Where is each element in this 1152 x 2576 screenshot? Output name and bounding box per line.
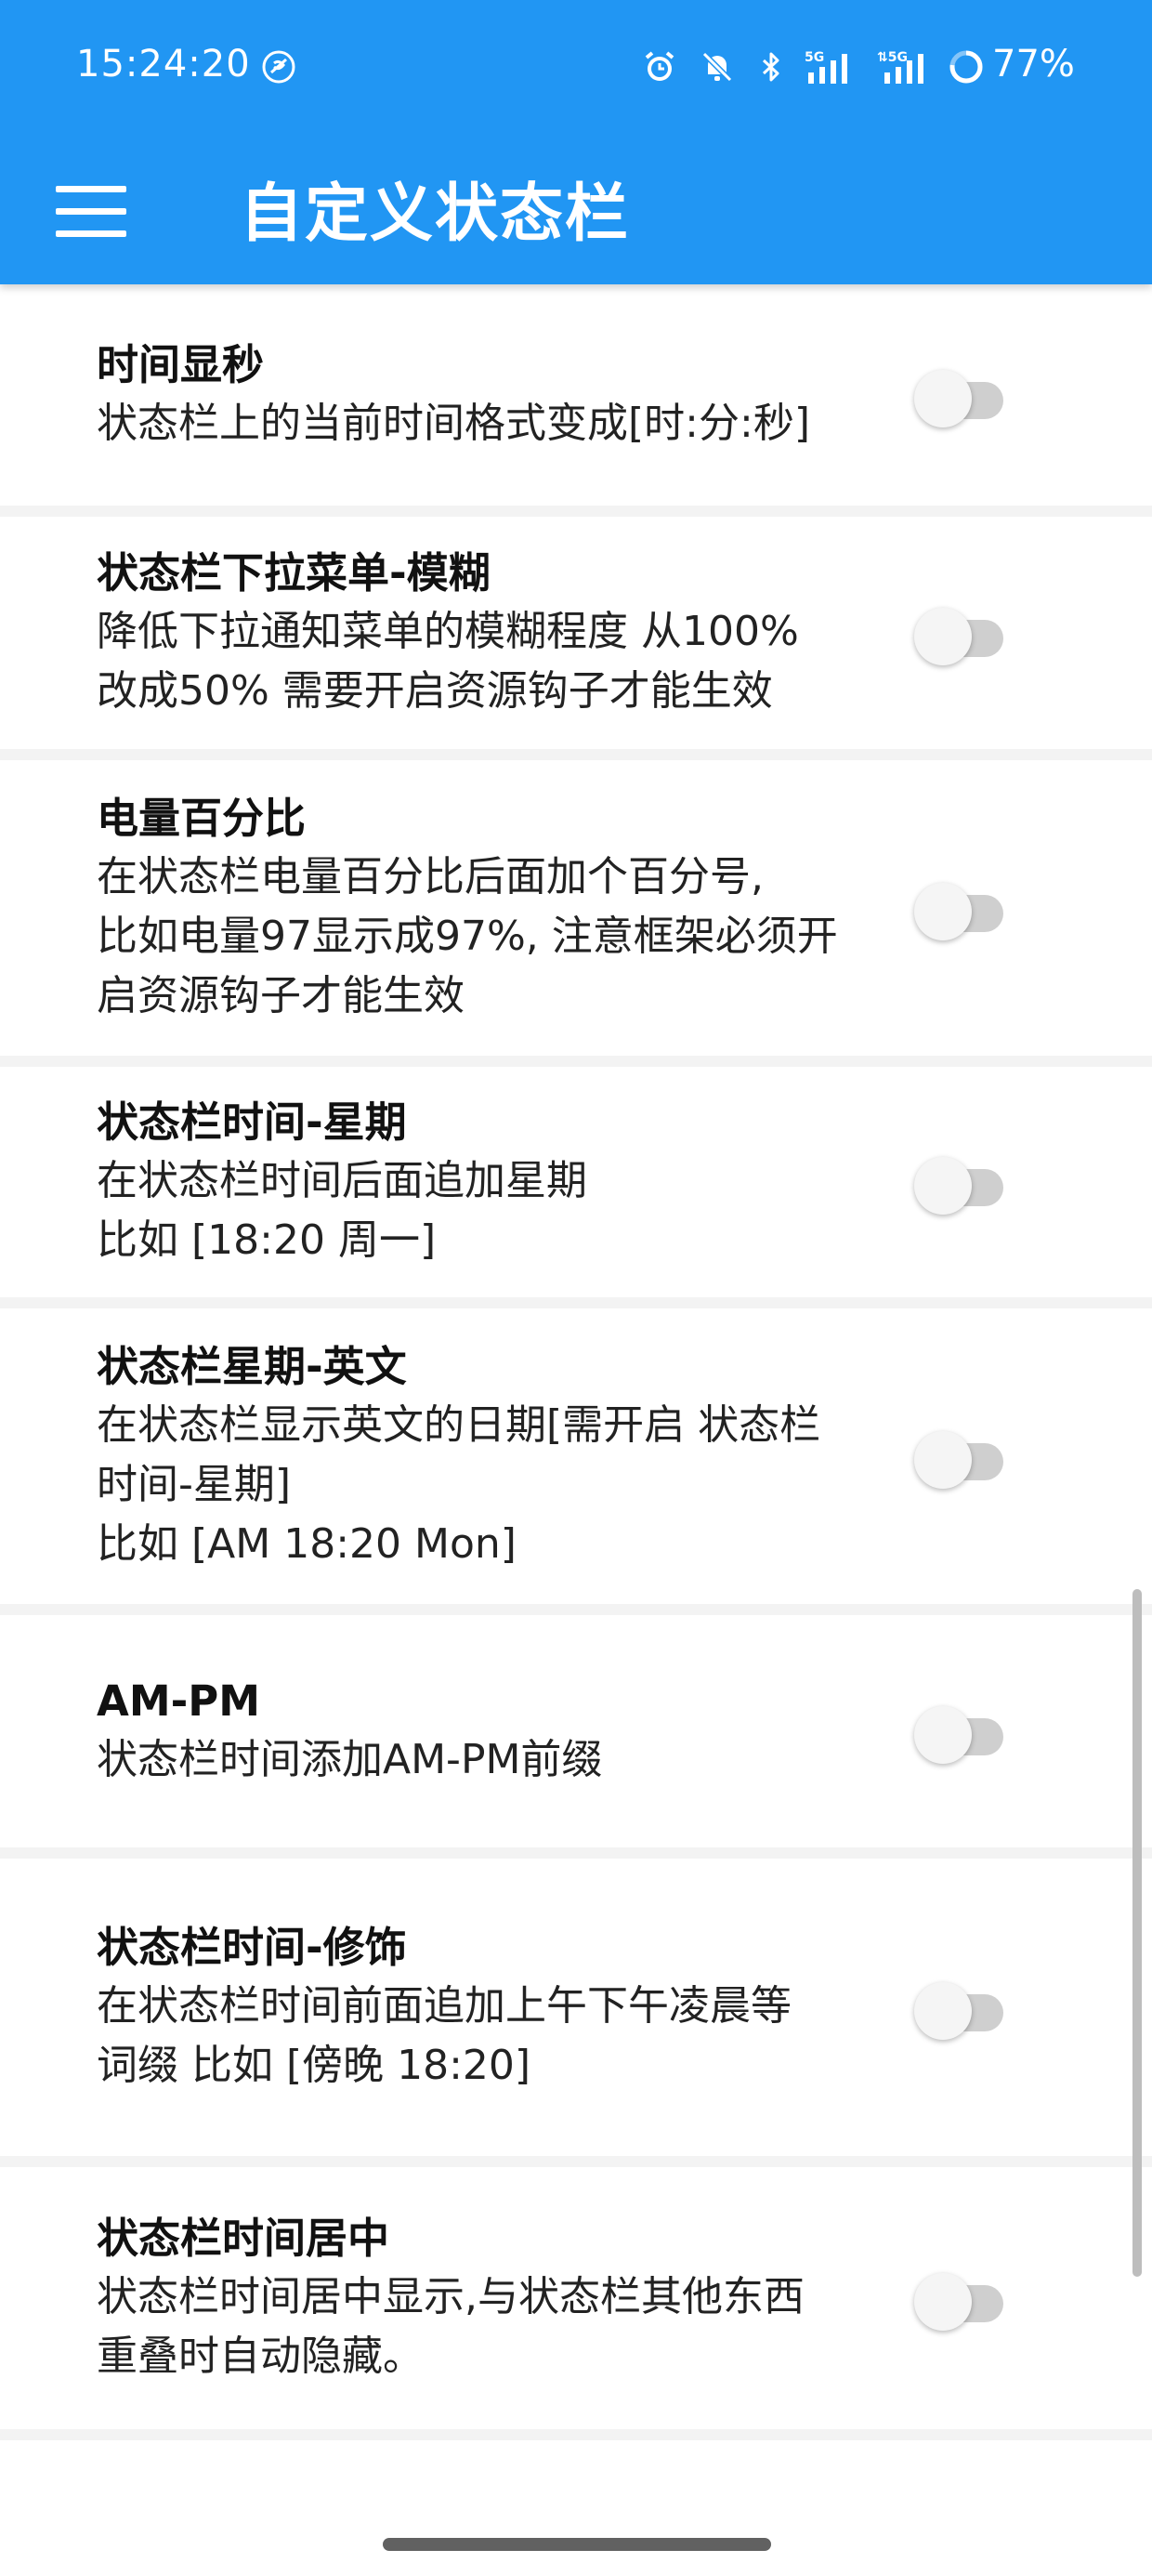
app-bar: 15:24:20 5G ⇅5G 77% 自定义状态栏 [0, 0, 1152, 284]
setting-item-show-seconds[interactable]: 时间显秒 状态栏上的当前时间格式变成[时:分:秒] [0, 284, 1152, 506]
setting-title: 状态栏时间居中 [97, 2214, 390, 2263]
toggle-switch[interactable] [914, 1975, 1018, 2040]
battery-percentage: 77% [992, 43, 1075, 85]
setting-item-time-centered[interactable]: 状态栏时间居中 状态栏时间居中显示,与状态栏其他东西 重叠时自动隐藏。 [0, 2167, 1152, 2429]
setting-item-time-weekday[interactable]: 状态栏时间-星期 在状态栏时间后面追加星期 比如 [18:20 周一] [0, 1067, 1152, 1297]
toolbar: 自定义状态栏 [0, 139, 1152, 284]
setting-title: 时间显秒 [97, 340, 265, 389]
menu-button[interactable] [43, 164, 139, 260]
bluetooth-icon [753, 48, 790, 85]
switch-thumb [914, 1157, 972, 1215]
svg-text:⇅5G: ⇅5G [877, 50, 908, 65]
setting-text: 状态栏时间-星期 在状态栏时间后面追加星期 比如 [18:20 周一] [97, 1094, 905, 1270]
setting-text: 状态栏时间-修饰 在状态栏时间前面追加上午下午凌晨等 词缀 比如 [傍晚 18:… [97, 1919, 905, 2096]
switch-thumb [914, 608, 972, 665]
setting-description: 状态栏上的当前时间格式变成[时:分:秒] [97, 400, 810, 447]
toggle-switch[interactable] [914, 600, 1018, 665]
setting-item-time-prefix[interactable]: 状态栏时间-修饰 在状态栏时间前面追加上午下午凌晨等 词缀 比如 [傍晚 18:… [0, 1859, 1152, 2156]
setting-description: 在状态栏显示英文的日期[需开启 状态栏 时间-星期] 比如 [AM 18:20 … [97, 1401, 821, 1568]
scrollbar[interactable] [1132, 1589, 1142, 2277]
toggle-switch[interactable] [914, 2266, 1018, 2331]
setting-title: AM-PM [97, 1676, 261, 1726]
setting-description: 在状态栏电量百分比后面加个百分号, 比如电量97显示成97%, 注意框架必须开 … [97, 853, 838, 1019]
svg-text:5G: 5G [805, 50, 824, 65]
setting-text: 电量百分比 在状态栏电量百分比后面加个百分号, 比如电量97显示成97%, 注意… [97, 790, 905, 1026]
signal-5g-icon: ⇅5G [877, 48, 935, 85]
setting-item-pulldown-blur[interactable]: 状态栏下拉菜单-模糊 降低下拉通知菜单的模糊程度 从100% 改成50% 需要开… [0, 517, 1152, 749]
toggle-switch[interactable] [914, 1150, 1018, 1215]
setting-text: 状态栏时间居中 状态栏时间居中显示,与状态栏其他东西 重叠时自动隐藏。 [97, 2210, 905, 2386]
page-title: 自定义状态栏 [240, 177, 631, 251]
alarm-icon [641, 48, 678, 85]
switch-thumb [914, 370, 972, 427]
notifications-off-icon [699, 48, 736, 85]
setting-title: 状态栏时间-星期 [97, 1097, 407, 1147]
switch-thumb [914, 1706, 972, 1764]
setting-description: 降低下拉通知菜单的模糊程度 从100% 改成50% 需要开启资源钩子才能生效 [97, 608, 799, 715]
setting-item-weekday-english[interactable]: 状态栏星期-英文 在状态栏显示英文的日期[需开启 状态栏 时间-星期] 比如 [… [0, 1308, 1152, 1604]
setting-text: AM-PM 状态栏时间添加AM-PM前缀 [97, 1673, 905, 1790]
setting-description: 状态栏时间居中显示,与状态栏其他东西 重叠时自动隐藏。 [97, 2273, 805, 2380]
setting-title: 状态栏星期-英文 [97, 1342, 407, 1391]
toggle-switch[interactable] [914, 1424, 1018, 1489]
setting-description: 在状态栏时间后面追加星期 比如 [18:20 周一] [97, 1157, 587, 1264]
setting-description: 在状态栏时间前面追加上午下午凌晨等 词缀 比如 [傍晚 18:20] [97, 1982, 792, 2089]
hamburger-menu-icon [56, 186, 126, 237]
switch-thumb [914, 1431, 972, 1489]
battery-ring-icon [948, 48, 985, 85]
toggle-switch[interactable] [914, 875, 1018, 940]
setting-item-am-pm[interactable]: AM-PM 状态栏时间添加AM-PM前缀 [0, 1615, 1152, 1847]
system-status-bar: 15:24:20 5G ⇅5G 77% [0, 0, 1152, 139]
toggle-switch[interactable] [914, 362, 1018, 427]
setting-text: 状态栏星期-英文 在状态栏显示英文的日期[需开启 状态栏 时间-星期] 比如 [… [97, 1338, 905, 1574]
setting-text: 时间显秒 状态栏上的当前时间格式变成[时:分:秒] [97, 336, 905, 453]
setting-title: 状态栏时间-修饰 [97, 1923, 407, 1972]
setting-title: 状态栏下拉菜单-模糊 [97, 548, 491, 598]
setting-title: 电量百分比 [97, 794, 307, 843]
vpn-off-icon [260, 48, 297, 85]
status-time: 15:24:20 [76, 43, 251, 85]
signal-5g-icon: 5G [805, 48, 858, 85]
setting-description: 状态栏时间添加AM-PM前缀 [97, 1736, 603, 1783]
switch-thumb [914, 883, 972, 940]
setting-item-battery-percent[interactable]: 电量百分比 在状态栏电量百分比后面加个百分号, 比如电量97显示成97%, 注意… [0, 760, 1152, 1056]
settings-list: 时间显秒 状态栏上的当前时间格式变成[时:分:秒] 状态栏下拉菜单-模糊 降低下… [0, 284, 1152, 2440]
switch-thumb [914, 2273, 972, 2331]
switch-thumb [914, 1982, 972, 2040]
gesture-navigation-bar[interactable] [383, 2538, 771, 2551]
setting-text: 状态栏下拉菜单-模糊 降低下拉通知菜单的模糊程度 从100% 改成50% 需要开… [97, 545, 905, 721]
toggle-switch[interactable] [914, 1699, 1018, 1764]
